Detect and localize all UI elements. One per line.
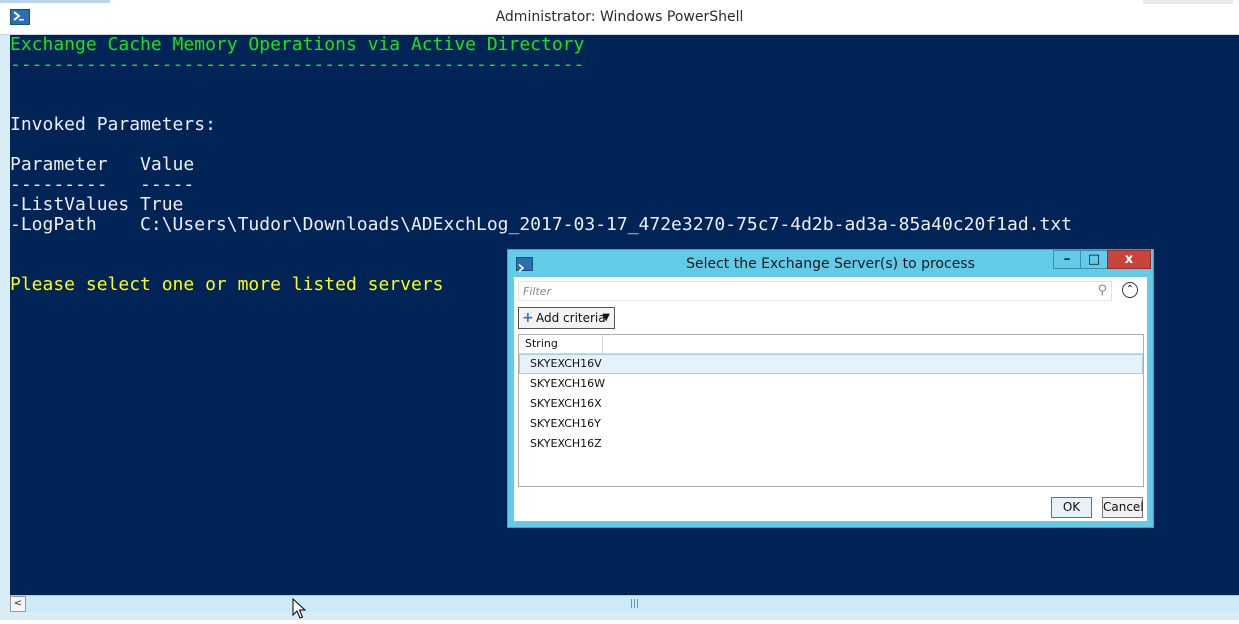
list-item[interactable]: SKYEXCH16W bbox=[519, 374, 1143, 394]
select-servers-dialog: Select the Exchange Server(s) to process… bbox=[507, 249, 1154, 528]
window-left-border bbox=[0, 35, 10, 595]
invoked-parameters-label: Invoked Parameters: bbox=[10, 114, 216, 135]
parameter-row-logpath: -LogPath C:\Users\Tudor\Downloads\ADExch… bbox=[10, 214, 1073, 235]
minimize-button[interactable]: – bbox=[1053, 250, 1081, 269]
search-icon[interactable]: ⚲ bbox=[1097, 283, 1107, 298]
dialog-window-controls: – □ x bbox=[1053, 250, 1151, 270]
maximize-icon: □ bbox=[1087, 252, 1101, 267]
maximize-button[interactable]: □ bbox=[1080, 250, 1108, 269]
parameter-row-listvalues: -ListValues True bbox=[10, 194, 184, 215]
background-window-edge bbox=[0, 0, 110, 3]
list-header: String bbox=[519, 335, 1143, 354]
chevron-up-icon[interactable]: ⌃ bbox=[1122, 282, 1138, 298]
list-item[interactable]: SKYEXCH16Z bbox=[519, 434, 1143, 454]
plus-icon: + bbox=[522, 310, 534, 326]
parameter-table-header: Parameter Value bbox=[10, 154, 195, 175]
console-heading: Exchange Cache Memory Operations via Act… bbox=[10, 35, 585, 55]
close-icon: x bbox=[1124, 252, 1134, 267]
console-heading-underline: ----------------------------------------… bbox=[10, 54, 585, 75]
mouse-pointer-icon bbox=[292, 597, 307, 624]
parameter-table-divider: --------- ----- bbox=[10, 174, 195, 195]
window-title: Administrator: Windows PowerShell bbox=[495, 9, 744, 25]
list-item[interactable]: SKYEXCH16Y bbox=[519, 414, 1143, 434]
add-criteria-label: Add criteria bbox=[536, 311, 606, 325]
scrollbar-grip-icon[interactable]: ||| bbox=[630, 599, 640, 609]
list-rows: SKYEXCH16V SKYEXCH16W SKYEXCH16X SKYEXCH… bbox=[519, 354, 1143, 454]
horizontal-scrollbar[interactable]: < ||| bbox=[10, 595, 1239, 613]
window-titlebar[interactable]: Administrator: Windows PowerShell bbox=[0, 0, 1239, 35]
window-bottom-border bbox=[0, 612, 1239, 620]
close-button[interactable]: x bbox=[1107, 250, 1151, 269]
filter-box[interactable]: ⚲ bbox=[518, 281, 1112, 301]
server-list[interactable]: String SKYEXCH16V SKYEXCH16W SKYEXCH16X … bbox=[518, 334, 1144, 487]
list-item[interactable]: SKYEXCH16X bbox=[519, 394, 1143, 414]
arrow-left-icon[interactable]: < bbox=[10, 596, 26, 612]
ok-button[interactable]: OK bbox=[1051, 497, 1092, 518]
filter-input[interactable] bbox=[523, 284, 1083, 298]
minimize-icon: – bbox=[1063, 252, 1071, 267]
list-item[interactable]: SKYEXCH16V bbox=[519, 354, 1143, 374]
column-header-string[interactable]: String bbox=[519, 335, 603, 353]
dialog-body: ⚲ ⌃ + Add criteria ▼ String SKYEXCH16V S… bbox=[514, 277, 1147, 521]
background-window-edge-right bbox=[1143, 0, 1233, 4]
select-servers-prompt: Please select one or more listed servers bbox=[10, 274, 444, 295]
cancel-button[interactable]: Cancel bbox=[1102, 497, 1144, 518]
caret-down-icon: ▼ bbox=[602, 312, 610, 323]
add-criteria-button[interactable]: + Add criteria ▼ bbox=[518, 307, 615, 329]
